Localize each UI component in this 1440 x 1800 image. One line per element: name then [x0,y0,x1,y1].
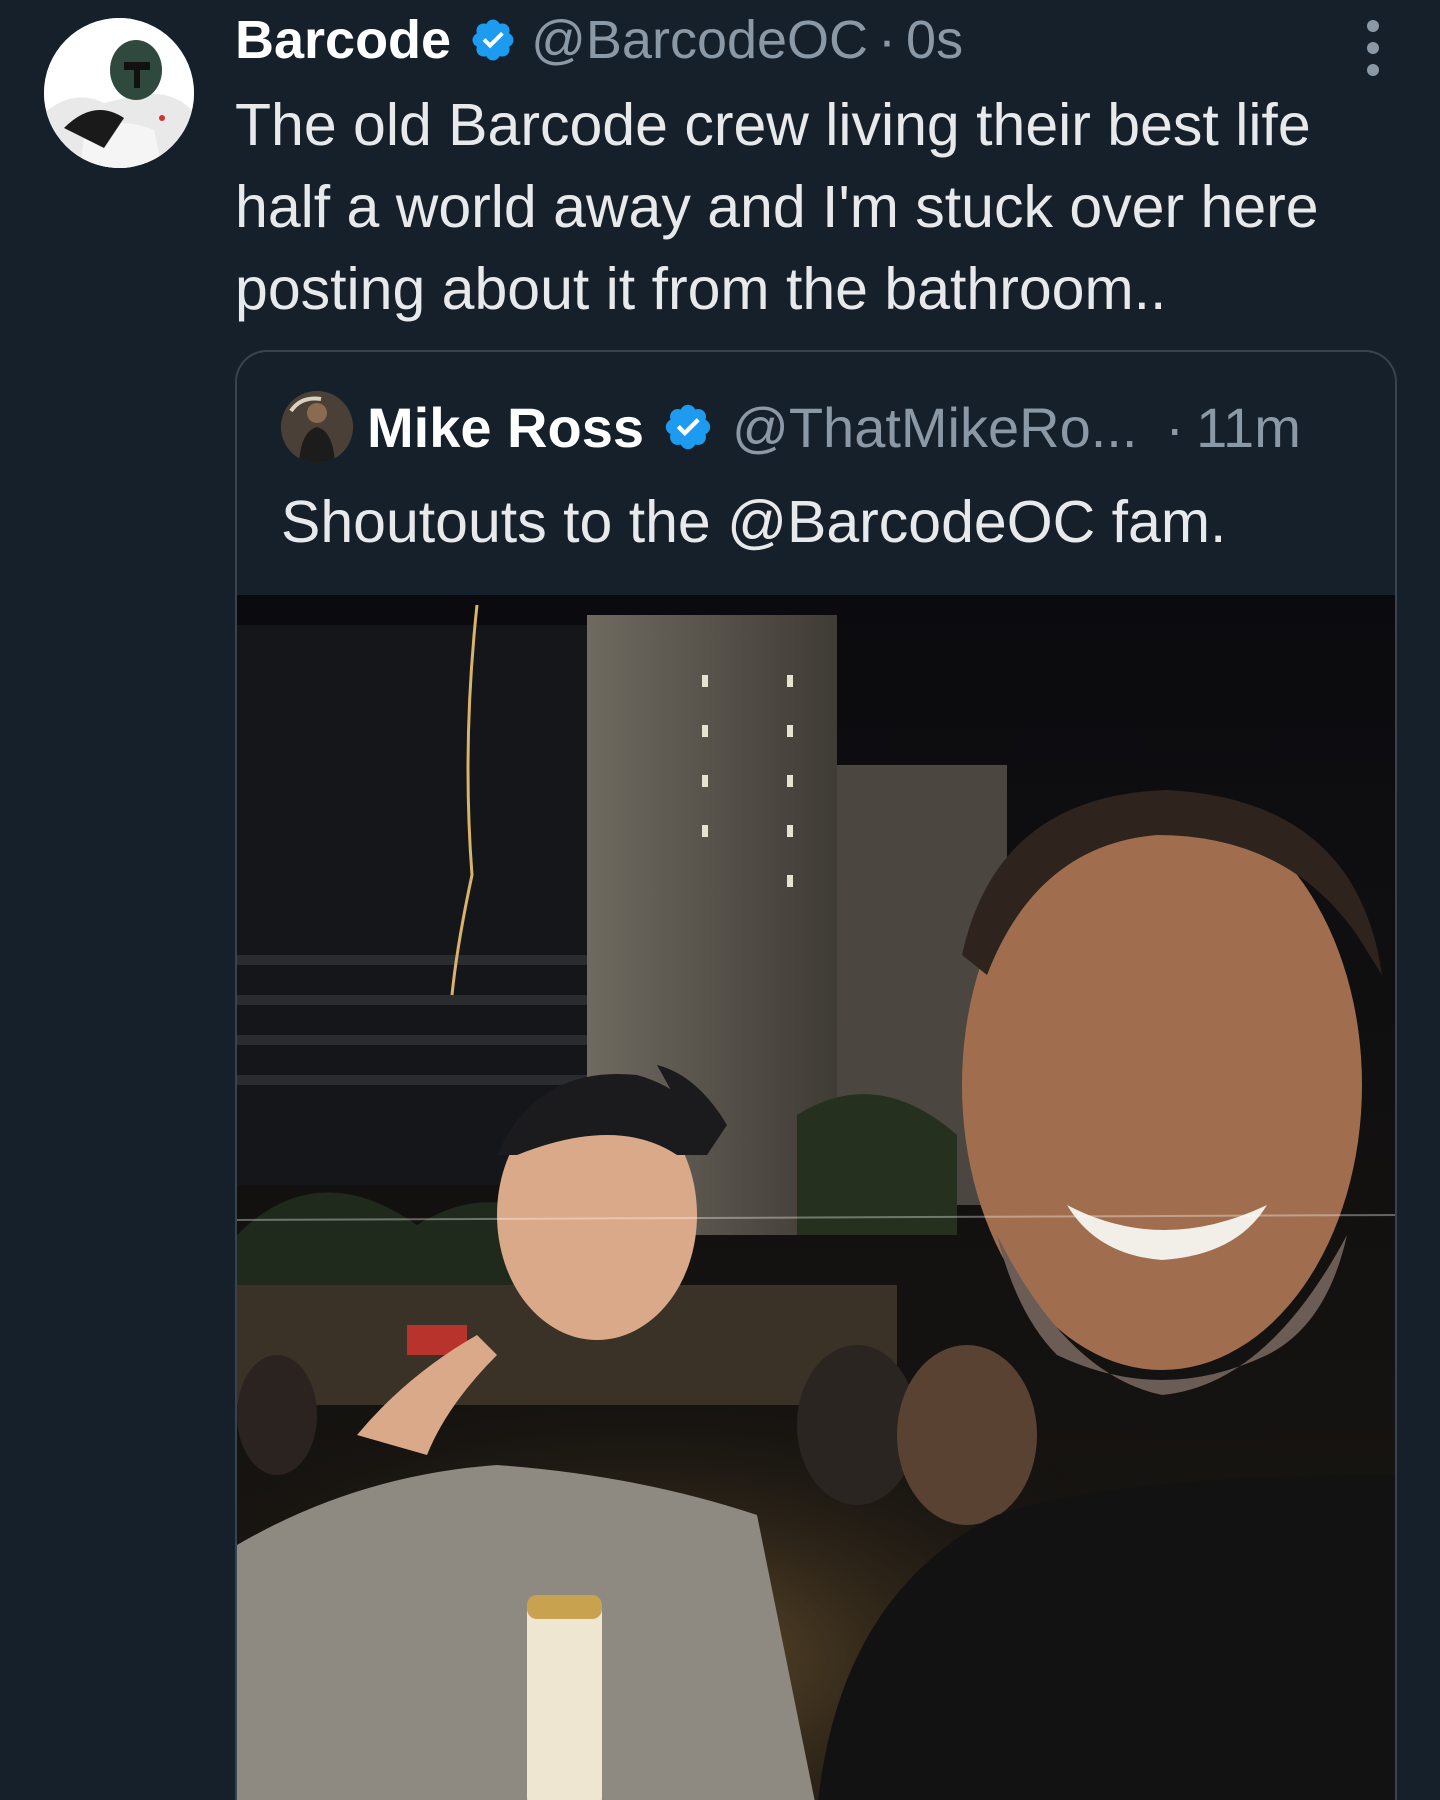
author-name[interactable]: Barcode [235,10,451,70]
verified-badge-icon [469,16,517,64]
author-handle[interactable]: @BarcodeOC [531,10,868,70]
tweet-header: Barcode @BarcodeOC · 0s [235,10,963,70]
tweet-text-line: posting about it from the bathroom.. [235,256,1167,322]
more-options-icon[interactable] [1353,20,1393,76]
separator-dot: · [878,10,897,70]
quoted-tweet-text: Shoutouts to the @BarcodeOC fam. [281,489,1227,555]
author-avatar[interactable] [44,18,194,168]
tweet[interactable]: Barcode @BarcodeOC · 0s The old Barcode … [0,0,1440,1800]
boba-fett-helmet-avatar-icon [44,18,194,168]
selfie-photo-icon [237,595,1395,1800]
quoted-tweet[interactable]: Mike Ross @ThatMikeRo... · 11m Shoutouts… [235,350,1397,1800]
quoted-author-handle[interactable]: @ThatMikeRo... [732,395,1137,460]
tweet-text-line: half a world away and I'm stuck over her… [235,174,1319,240]
quoted-tweet-photo[interactable] [237,595,1395,1800]
tweet-text-line: The old Barcode crew living their best l… [235,92,1311,158]
tweet-text: The old Barcode crew living their best l… [235,84,1395,330]
timestamp[interactable]: 0s [906,10,963,70]
separator-dot: · [1165,395,1185,459]
quoted-tweet-header: Mike Ross @ThatMikeRo... · 11m [281,388,1301,466]
quoted-timestamp[interactable]: 11m [1196,395,1301,460]
quoted-author-avatar[interactable] [281,391,353,463]
verified-badge-icon [662,401,714,453]
mike-ross-avatar-icon [281,391,353,463]
quoted-author-name[interactable]: Mike Ross [367,395,644,460]
